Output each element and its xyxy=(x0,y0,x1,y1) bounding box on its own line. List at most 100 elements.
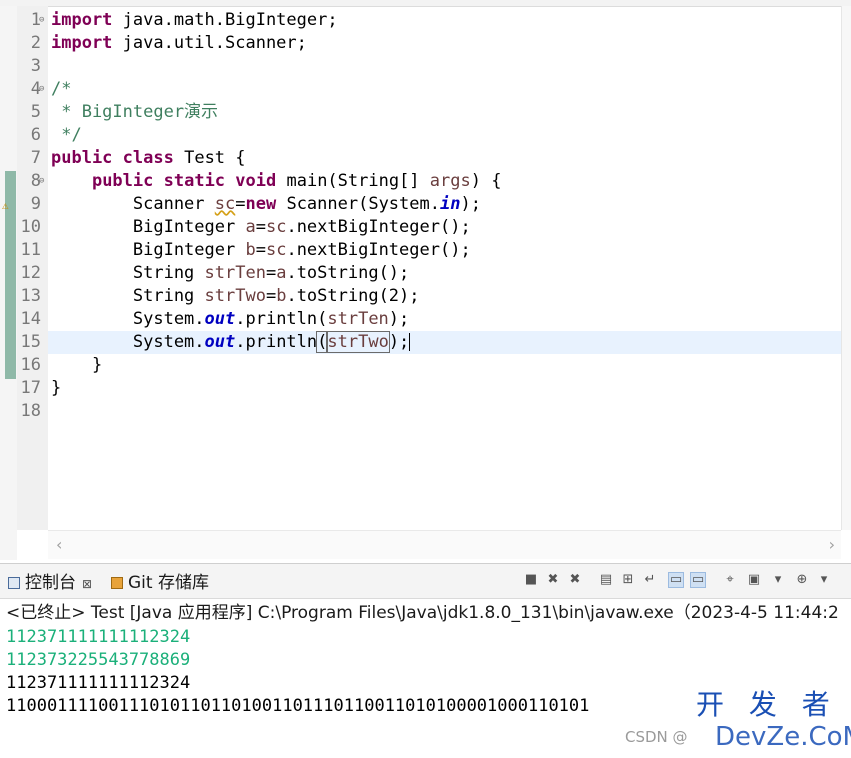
line-number: 16 xyxy=(20,355,41,375)
code-token: = xyxy=(265,263,277,283)
brand-watermark: 开 发 者 xyxy=(696,688,838,721)
fold-toggle-icon[interactable]: ⊖ xyxy=(39,78,44,101)
code-line[interactable]: String strTwo=b.toString(2); xyxy=(48,285,841,308)
clear-console-icon[interactable]: ▤ xyxy=(598,572,614,588)
open-console-dropdown-icon[interactable]: ▾ xyxy=(816,572,832,588)
tab-git-repositories[interactable]: Git 存储库 xyxy=(111,570,209,596)
code-line[interactable]: BigInteger b=sc.nextBigInteger(); xyxy=(48,239,841,262)
code-token: */ xyxy=(51,125,82,145)
code-token: .println( xyxy=(235,309,328,329)
line-number: 3 xyxy=(30,56,41,76)
open-console-icon[interactable]: ⊕ xyxy=(794,572,810,588)
console-output-line: 1100011110011101011011010011011101100110… xyxy=(6,696,590,716)
tab-git-label: Git 存储库 xyxy=(128,573,209,593)
line-number: 12 xyxy=(20,263,41,283)
fold-toggle-icon[interactable]: ⊖ xyxy=(39,170,44,193)
code-token: } xyxy=(51,378,62,398)
code-line[interactable] xyxy=(48,55,841,78)
code-line[interactable] xyxy=(48,400,841,423)
code-line[interactable]: * BigInteger演示 xyxy=(48,101,841,124)
code-line[interactable]: */ xyxy=(48,124,841,147)
code-token: BigInteger xyxy=(51,240,246,260)
line-number: 4 xyxy=(30,79,41,99)
code-token: a xyxy=(276,263,287,283)
overview-ruler: ⚠ xyxy=(0,6,17,560)
code-text: BigInteger a=sc.nextBigInteger(); xyxy=(51,216,471,239)
code-token: public xyxy=(91,171,154,191)
code-token: ); xyxy=(388,309,410,329)
display-dropdown-icon[interactable]: ▾ xyxy=(770,572,786,588)
display-selected-console-icon[interactable]: ▣ xyxy=(746,572,762,588)
code-token: = xyxy=(265,286,277,306)
git-repo-icon xyxy=(111,577,123,589)
code-text: } xyxy=(51,377,61,400)
scroll-left-arrow-icon[interactable]: ‹ xyxy=(56,535,62,554)
code-token: .nextBigInteger(); xyxy=(286,240,471,260)
code-text: BigInteger b=sc.nextBigInteger(); xyxy=(51,239,471,262)
line-number: 13 xyxy=(20,286,41,306)
code-token: strTen xyxy=(204,263,266,283)
horizontal-scrollbar[interactable]: ‹ › xyxy=(48,530,841,559)
code-text: import java.math.BigInteger; xyxy=(51,9,338,32)
code-token: main(String[] xyxy=(276,171,430,191)
show-on-stderr-icon[interactable]: ▭ xyxy=(690,572,706,588)
csdn-watermark: CSDN @ xyxy=(625,728,688,746)
word-wrap-icon[interactable]: ↵ xyxy=(642,572,658,588)
show-on-stdout-icon[interactable]: ▭ xyxy=(668,572,684,588)
code-line[interactable]: import java.util.Scanner; xyxy=(48,32,841,55)
code-line[interactable]: /* xyxy=(48,78,841,101)
code-line[interactable]: } xyxy=(48,354,841,377)
scroll-right-arrow-icon[interactable]: › xyxy=(829,535,835,554)
tab-console[interactable]: 控制台 ⊠ xyxy=(8,570,92,596)
code-text: public class Test { xyxy=(51,147,246,170)
code-token: import xyxy=(51,10,113,30)
console-status: <已终止> Test [Java 应用程序] C:\Program Files\… xyxy=(6,603,839,623)
warning-icon[interactable]: ⚠ xyxy=(2,199,16,213)
remove-launch-icon[interactable]: ✖ xyxy=(545,572,561,588)
code-token: out xyxy=(204,309,236,329)
code-token: a xyxy=(245,217,256,237)
code-line[interactable]: System.out.println(strTen); xyxy=(48,308,841,331)
code-text: String strTwo=b.toString(2); xyxy=(51,285,420,308)
code-token: args xyxy=(429,171,471,191)
code-line[interactable]: public class Test { xyxy=(48,147,841,170)
remove-all-terminated-icon[interactable]: ✖ xyxy=(567,572,583,588)
code-line[interactable]: public static void main(String[] args) { xyxy=(48,170,841,193)
code-line[interactable]: Scanner sc=new Scanner(System.in); xyxy=(48,193,841,216)
code-token: b xyxy=(245,240,256,260)
code-line[interactable]: } xyxy=(48,377,841,400)
scroll-lock-icon[interactable]: ⊞ xyxy=(620,572,636,588)
line-number: 1 xyxy=(30,10,41,30)
code-token: .toString(); xyxy=(286,263,410,283)
line-number: 18 xyxy=(20,401,41,421)
close-icon[interactable]: ⊠ xyxy=(82,577,92,591)
code-token: java.util.Scanner; xyxy=(112,33,307,53)
console-tab-bar: 控制台 ⊠ Git 存储库 ■ ✖ ✖ ▤ ⊞ ↵ ▭ ▭ ⌖ ▣ ▾ ⊕ ▾ xyxy=(0,564,851,599)
code-token: = xyxy=(235,194,246,214)
code-line[interactable]: String strTen=a.toString(); xyxy=(48,262,841,285)
fold-toggle-icon[interactable]: ⊖ xyxy=(39,9,44,32)
code-token: String xyxy=(51,263,205,283)
vertical-scrollbar[interactable] xyxy=(841,6,851,530)
code-token: /* xyxy=(51,79,72,99)
line-number: 14 xyxy=(20,309,41,329)
code-line[interactable]: BigInteger a=sc.nextBigInteger(); xyxy=(48,216,841,239)
code-token: } xyxy=(51,355,103,375)
code-text: System.out.println(strTwo); xyxy=(51,331,411,354)
code-line[interactable]: import java.math.BigInteger; xyxy=(48,9,841,32)
code-text: import java.util.Scanner; xyxy=(51,32,307,55)
code-token: static xyxy=(163,171,226,191)
editor-tab-strip xyxy=(0,0,851,7)
code-token: out xyxy=(204,332,236,352)
code-token: Scanner xyxy=(51,194,215,214)
code-token: .nextBigInteger(); xyxy=(286,217,471,237)
code-editor[interactable]: ⚠ 1 ⊖ import java.math.BigInteger; 2 import … xyxy=(0,0,851,560)
code-line[interactable]: System.out.println(strTwo); xyxy=(48,331,841,354)
pin-console-icon[interactable]: ⌖ xyxy=(722,572,738,588)
terminate-icon[interactable]: ■ xyxy=(523,572,539,588)
code-token: Test { xyxy=(173,148,246,168)
line-number: 10 xyxy=(20,217,41,237)
console-output-line: 112371111111112324 xyxy=(6,627,191,647)
